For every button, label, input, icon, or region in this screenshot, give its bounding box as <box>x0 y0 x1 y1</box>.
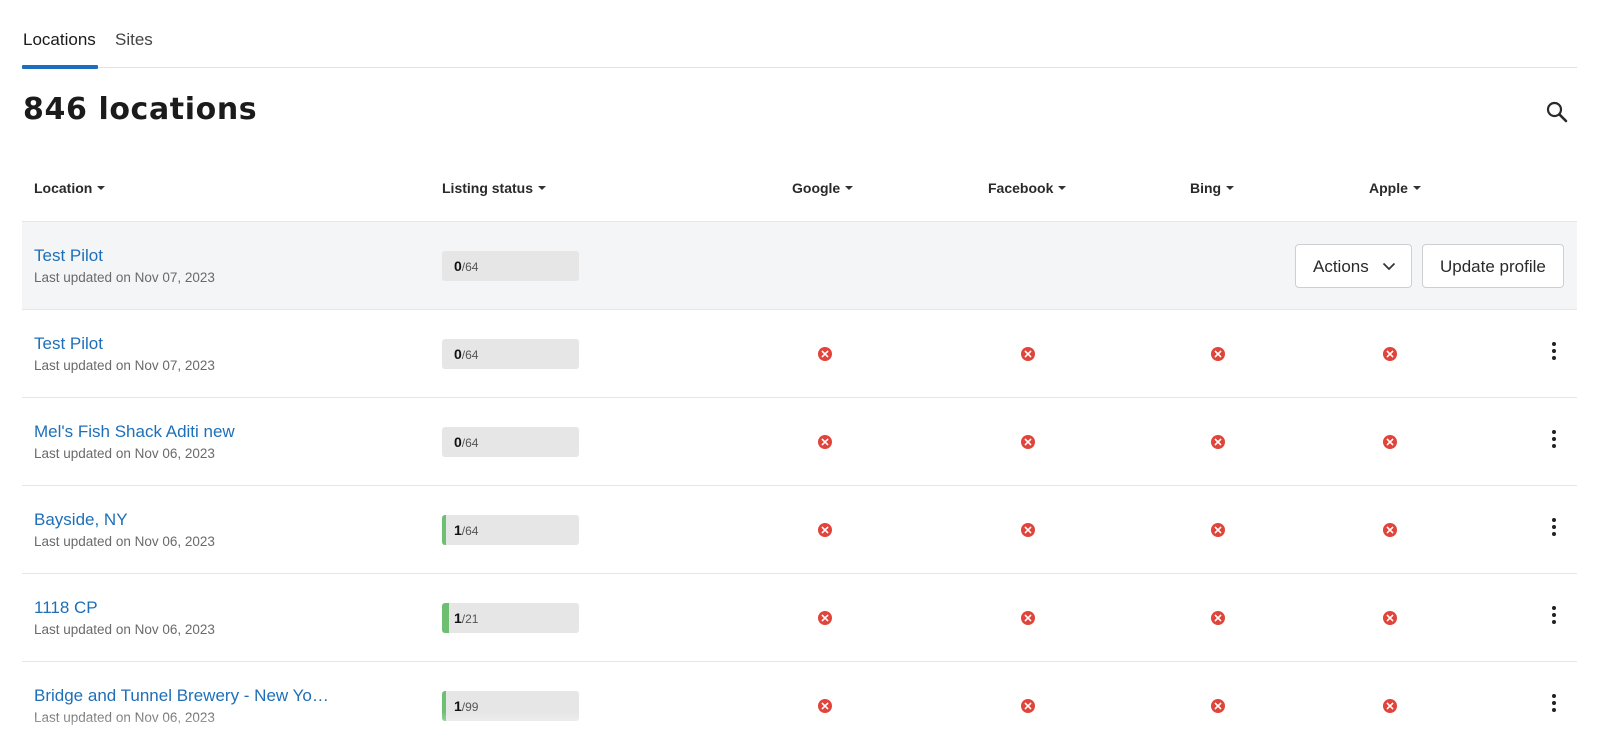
google-error-icon <box>818 435 832 449</box>
table-row[interactable]: Bridge and Tunnel Brewery - New Yo… Last… <box>22 661 1577 742</box>
column-header-label: Google <box>792 180 841 196</box>
sort-caret-icon <box>1058 186 1067 191</box>
facebook-error-icon <box>1021 611 1035 625</box>
listing-status-bar: 1/99 <box>442 691 579 721</box>
bing-error-icon <box>1211 611 1225 625</box>
listing-status-bar: 0/64 <box>442 427 579 457</box>
last-updated-text: Last updated on Nov 07, 2023 <box>34 358 215 373</box>
google-error-icon <box>818 347 832 361</box>
apple-error-icon <box>1383 347 1397 361</box>
column-header-label: Location <box>34 180 93 196</box>
listing-status-fill <box>442 603 449 633</box>
listing-status-bar: 0/64 <box>442 339 579 369</box>
apple-error-icon <box>1383 699 1397 713</box>
listing-status-total: /64 <box>461 524 479 538</box>
listing-status-total: /64 <box>461 436 479 450</box>
location-name-link[interactable]: Test Pilot <box>34 334 103 354</box>
location-name-link[interactable]: Test Pilot <box>34 246 103 266</box>
update-profile-label: Update profile <box>1440 257 1546 276</box>
listing-status-count: 1 <box>454 698 462 714</box>
location-name-link[interactable]: Bridge and Tunnel Brewery - New Yo… <box>34 686 329 706</box>
tab-bar: Locations Sites <box>22 0 1577 69</box>
column-header-label: Facebook <box>988 180 1054 196</box>
more-vertical-icon[interactable] <box>1550 430 1558 454</box>
listing-status-text: 0/64 <box>454 258 478 274</box>
listing-status-text: 0/64 <box>454 346 478 362</box>
listing-status-count: 1 <box>454 610 462 626</box>
sort-caret-icon <box>1226 186 1235 191</box>
listing-status-text: 1/99 <box>454 698 478 714</box>
listing-status-total: /99 <box>461 700 479 714</box>
more-vertical-icon[interactable] <box>1550 518 1558 542</box>
listing-status-count: 0 <box>454 434 462 450</box>
apple-error-icon <box>1383 611 1397 625</box>
column-header-facebook[interactable]: Facebook <box>988 180 1067 196</box>
listing-status-fill <box>442 515 446 545</box>
google-error-icon <box>818 523 832 537</box>
column-header-label: Listing status <box>442 180 534 196</box>
location-name-link[interactable]: 1118 CP <box>34 598 98 618</box>
facebook-error-icon <box>1021 523 1035 537</box>
google-error-icon <box>818 699 832 713</box>
listing-status-count: 1 <box>454 522 462 538</box>
last-updated-text: Last updated on Nov 06, 2023 <box>34 446 215 461</box>
location-name-link[interactable]: Bayside, NY <box>34 510 128 530</box>
chevron-down-icon <box>1382 262 1396 271</box>
listing-status-bar: 1/21 <box>442 603 579 633</box>
last-updated-text: Last updated on Nov 06, 2023 <box>34 710 215 725</box>
facebook-error-icon <box>1021 435 1035 449</box>
search-icon[interactable] <box>1543 98 1571 126</box>
sort-caret-icon <box>97 186 106 191</box>
tab-locations[interactable]: Locations <box>22 30 98 69</box>
listing-status-text: 1/64 <box>454 522 478 538</box>
update-profile-button[interactable]: Update profile <box>1422 244 1564 288</box>
bing-error-icon <box>1211 435 1225 449</box>
facebook-error-icon <box>1021 699 1035 713</box>
bing-error-icon <box>1211 347 1225 361</box>
facebook-error-icon <box>1021 347 1035 361</box>
column-header-apple[interactable]: Apple <box>1369 180 1421 196</box>
listing-status-total: /64 <box>461 260 479 274</box>
last-updated-text: Last updated on Nov 06, 2023 <box>34 534 215 549</box>
table-header: Location Listing status Google Facebook … <box>22 172 1577 220</box>
page-title: 846 locations <box>23 92 258 127</box>
actions-label: Actions <box>1313 257 1369 276</box>
listing-status-total: /21 <box>461 612 479 626</box>
sort-caret-icon <box>1412 186 1421 191</box>
more-vertical-icon[interactable] <box>1550 694 1558 718</box>
column-header-label: Apple <box>1369 180 1408 196</box>
table-row[interactable]: Mel's Fish Shack Aditi new Last updated … <box>22 397 1577 485</box>
location-name-link[interactable]: Mel's Fish Shack Aditi new <box>34 422 235 442</box>
listing-status-bar: 1/64 <box>442 515 579 545</box>
column-header-location[interactable]: Location <box>34 180 106 196</box>
table-row[interactable]: Test Pilot Last updated on Nov 07, 2023 … <box>22 221 1577 309</box>
bing-error-icon <box>1211 523 1225 537</box>
table-row[interactable]: 1118 CP Last updated on Nov 06, 2023 1/2… <box>22 573 1577 661</box>
apple-error-icon <box>1383 523 1397 537</box>
last-updated-text: Last updated on Nov 06, 2023 <box>34 622 215 637</box>
last-updated-text: Last updated on Nov 07, 2023 <box>34 270 215 285</box>
column-header-label: Bing <box>1190 180 1222 196</box>
apple-error-icon <box>1383 435 1397 449</box>
listing-status-text: 0/64 <box>454 434 478 450</box>
listing-status-text: 1/21 <box>454 610 478 626</box>
sort-caret-icon <box>845 186 854 191</box>
table-row[interactable]: Bayside, NY Last updated on Nov 06, 2023… <box>22 485 1577 573</box>
actions-dropdown-button[interactable]: Actions <box>1295 244 1412 288</box>
bing-error-icon <box>1211 699 1225 713</box>
listing-status-count: 0 <box>454 258 462 274</box>
column-header-bing[interactable]: Bing <box>1190 180 1235 196</box>
listing-status-fill <box>442 691 446 721</box>
more-vertical-icon[interactable] <box>1550 606 1558 630</box>
google-error-icon <box>818 611 832 625</box>
listing-status-total: /64 <box>461 348 479 362</box>
tab-sites[interactable]: Sites <box>115 30 153 50</box>
sort-caret-icon <box>538 186 547 191</box>
listing-status-count: 0 <box>454 346 462 362</box>
column-header-listing-status[interactable]: Listing status <box>442 180 547 196</box>
more-vertical-icon[interactable] <box>1550 342 1558 366</box>
table-row[interactable]: Test Pilot Last updated on Nov 07, 2023 … <box>22 309 1577 397</box>
column-header-google[interactable]: Google <box>792 180 854 196</box>
listing-status-bar: 0/64 <box>442 251 579 281</box>
